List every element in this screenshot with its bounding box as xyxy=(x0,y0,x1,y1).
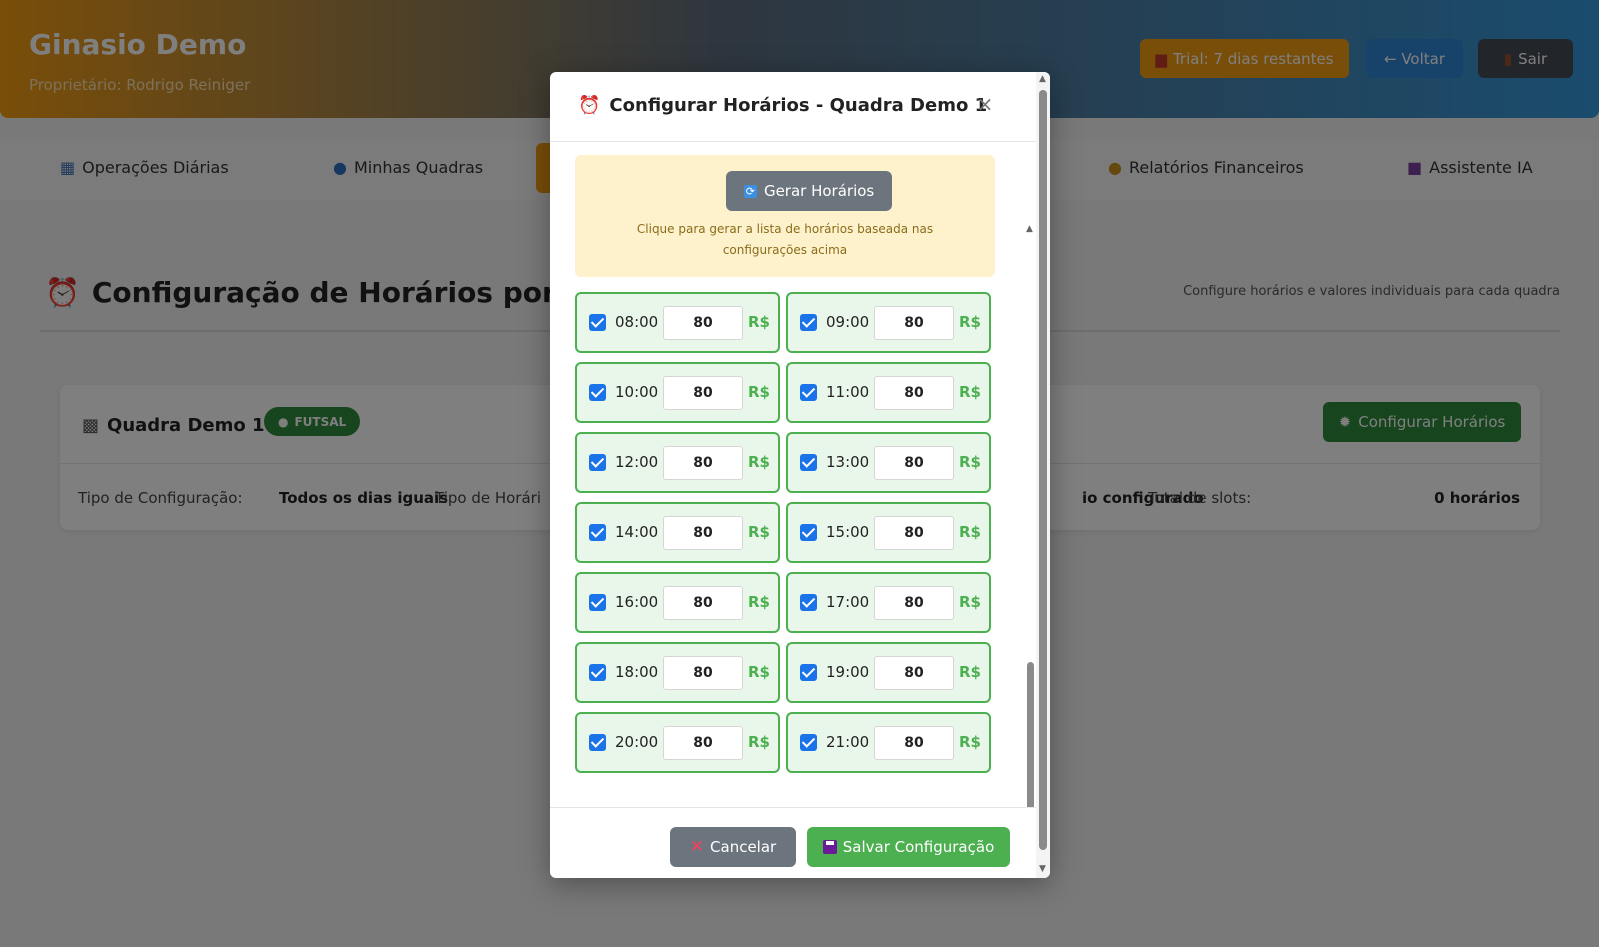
slot-checkbox[interactable] xyxy=(800,454,817,471)
modal-body: ⟳ Gerar Horários Clique para gerar a lis… xyxy=(550,142,1036,807)
currency-label: R$ xyxy=(748,453,770,471)
slot-checkbox[interactable] xyxy=(800,524,817,541)
slot-checkbox[interactable] xyxy=(800,664,817,681)
currency-label: R$ xyxy=(959,453,981,471)
button-label: Salvar Configuração xyxy=(842,838,995,856)
slot-time: 21:00 xyxy=(826,733,870,751)
currency-label: R$ xyxy=(959,733,981,751)
currency-label: R$ xyxy=(959,383,981,401)
slot-checkbox[interactable] xyxy=(800,594,817,611)
slot-time: 11:00 xyxy=(826,383,870,401)
currency-label: R$ xyxy=(959,663,981,681)
time-slot: 11:00 80 R$ xyxy=(786,362,991,423)
modal-scroll-thumb[interactable] xyxy=(1039,90,1047,850)
slot-time: 13:00 xyxy=(826,453,870,471)
slot-checkbox[interactable] xyxy=(800,384,817,401)
scroll-down-icon[interactable]: ▼ xyxy=(1039,864,1046,874)
slot-checkbox[interactable] xyxy=(589,594,606,611)
slot-time: 19:00 xyxy=(826,663,870,681)
time-slot: 21:00 80 R$ xyxy=(786,712,991,773)
currency-label: R$ xyxy=(748,383,770,401)
slot-price-input[interactable]: 80 xyxy=(663,376,743,410)
currency-label: R$ xyxy=(959,313,981,331)
time-slot: 17:00 80 R$ xyxy=(786,572,991,633)
close-icon[interactable]: × xyxy=(975,92,995,116)
slot-price-input[interactable]: 80 xyxy=(663,516,743,550)
modal-footer: ✕ Cancelar Salvar Configuração xyxy=(550,807,1036,878)
currency-label: R$ xyxy=(748,313,770,331)
generate-hint: Clique para gerar a lista de horários ba… xyxy=(636,222,934,257)
generate-schedules-button[interactable]: ⟳ Gerar Horários xyxy=(726,171,892,211)
slot-time: 09:00 xyxy=(826,313,870,331)
slot-time: 17:00 xyxy=(826,593,870,611)
modal-title-text: Configurar Horários - Quadra Demo 1 xyxy=(609,95,988,116)
save-configuration-button[interactable]: Salvar Configuração xyxy=(807,827,1010,867)
schedule-modal: ⏰ Configurar Horários - Quadra Demo 1 × … xyxy=(550,72,1050,878)
time-slot: 20:00 80 R$ xyxy=(575,712,780,773)
slot-price-input[interactable]: 80 xyxy=(663,656,743,690)
slot-checkbox[interactable] xyxy=(589,384,606,401)
time-slot: 19:00 80 R$ xyxy=(786,642,991,703)
slot-time: 10:00 xyxy=(615,383,659,401)
button-label: Gerar Horários xyxy=(763,182,875,200)
slot-price-input[interactable]: 80 xyxy=(663,446,743,480)
slot-checkbox[interactable] xyxy=(800,734,817,751)
slot-price-input[interactable]: 80 xyxy=(874,446,954,480)
currency-label: R$ xyxy=(748,523,770,541)
floppy-disk-icon xyxy=(822,840,837,854)
slot-price-input[interactable]: 80 xyxy=(874,586,954,620)
scroll-up-icon[interactable]: ▲ xyxy=(1026,224,1033,234)
currency-label: R$ xyxy=(959,523,981,541)
time-slot: 18:00 80 R$ xyxy=(575,642,780,703)
time-slot: 14:00 80 R$ xyxy=(575,502,780,563)
scroll-up-icon[interactable]: ▲ xyxy=(1039,74,1046,84)
slot-time: 15:00 xyxy=(826,523,870,541)
time-slot: 08:00 80 R$ xyxy=(575,292,780,353)
slot-time: 14:00 xyxy=(615,523,659,541)
slot-checkbox[interactable] xyxy=(589,314,606,331)
modal-scrollbar[interactable]: ▲ ▼ xyxy=(1036,72,1050,878)
slot-price-input[interactable]: 80 xyxy=(874,516,954,550)
alarm-clock-icon: ⏰ xyxy=(578,95,601,116)
slot-price-input[interactable]: 80 xyxy=(663,306,743,340)
slot-price-input[interactable]: 80 xyxy=(874,656,954,690)
inner-scroll-thumb[interactable] xyxy=(1027,662,1034,807)
button-label: Cancelar xyxy=(710,838,777,856)
slot-time: 18:00 xyxy=(615,663,659,681)
slot-price-input[interactable]: 80 xyxy=(874,726,954,760)
currency-label: R$ xyxy=(748,663,770,681)
slot-price-input[interactable]: 80 xyxy=(874,306,954,340)
modal-header: ⏰ Configurar Horários - Quadra Demo 1 × xyxy=(550,72,1050,142)
slot-price-input[interactable]: 80 xyxy=(874,376,954,410)
time-slot: 09:00 80 R$ xyxy=(786,292,991,353)
slot-time: 20:00 xyxy=(615,733,659,751)
refresh-icon: ⟳ xyxy=(743,184,757,198)
time-slot: 10:00 80 R$ xyxy=(575,362,780,423)
slot-checkbox[interactable] xyxy=(589,664,606,681)
currency-label: R$ xyxy=(959,593,981,611)
time-slot: 12:00 80 R$ xyxy=(575,432,780,493)
slot-time: 16:00 xyxy=(615,593,659,611)
slot-price-input[interactable]: 80 xyxy=(663,586,743,620)
slot-checkbox[interactable] xyxy=(589,524,606,541)
slot-checkbox[interactable] xyxy=(589,454,606,471)
currency-label: R$ xyxy=(748,593,770,611)
slot-price-input[interactable]: 80 xyxy=(663,726,743,760)
slot-time: 08:00 xyxy=(615,313,659,331)
inner-scrollbar[interactable]: ▲ ▼ xyxy=(1025,222,1036,807)
currency-label: R$ xyxy=(748,733,770,751)
slot-checkbox[interactable] xyxy=(589,734,606,751)
modal-title: ⏰ Configurar Horários - Quadra Demo 1 xyxy=(578,95,987,116)
close-icon: ✕ xyxy=(689,837,705,857)
cancel-button[interactable]: ✕ Cancelar xyxy=(670,827,796,867)
time-slot: 13:00 80 R$ xyxy=(786,432,991,493)
slot-time: 12:00 xyxy=(615,453,659,471)
slot-checkbox[interactable] xyxy=(800,314,817,331)
generate-panel: ⟳ Gerar Horários Clique para gerar a lis… xyxy=(575,155,995,277)
time-slot: 16:00 80 R$ xyxy=(575,572,780,633)
time-slot: 15:00 80 R$ xyxy=(786,502,991,563)
